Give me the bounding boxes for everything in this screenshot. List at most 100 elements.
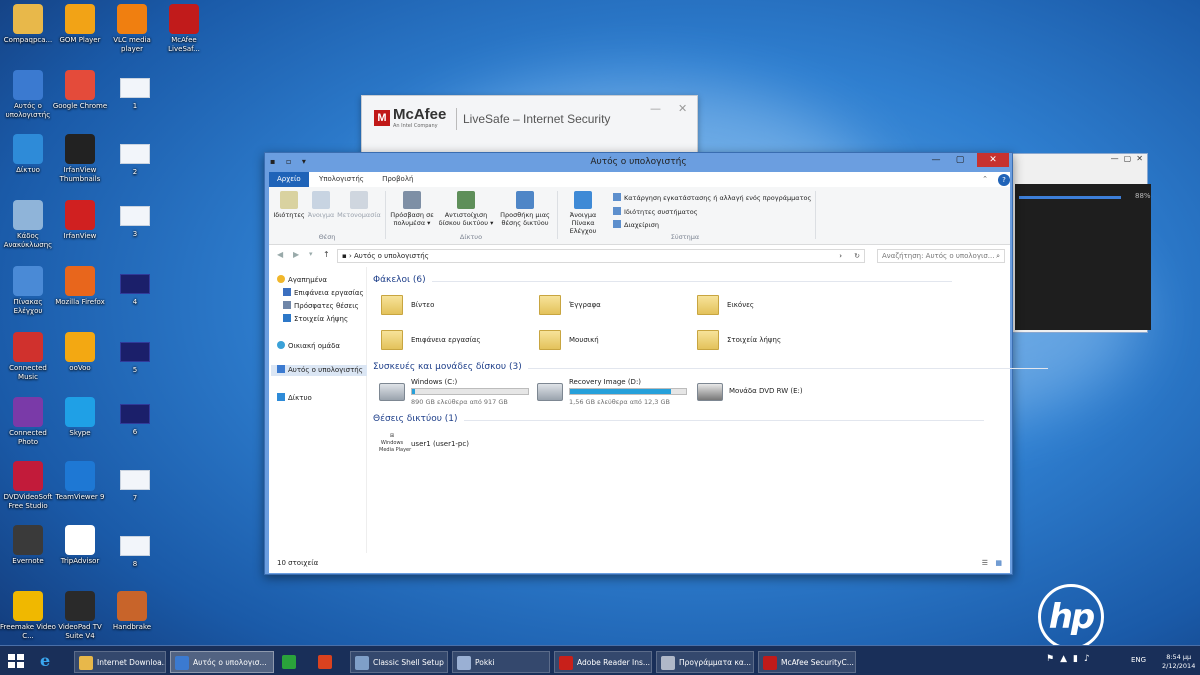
desktop-thumbnail-8[interactable]: 8 [107, 530, 163, 594]
taskbar-mcafee[interactable]: McAfee SecurityC... [758, 651, 856, 673]
folder-pictures[interactable]: Εικόνες [697, 291, 847, 319]
drive-c[interactable]: Windows (C:) 890 GB ελεύθερα από 917 GB [379, 377, 535, 409]
taskbar-adobe-reader[interactable]: Adobe Reader Ins... [554, 651, 652, 673]
clock[interactable]: 8:54 μμ 2/12/2014 [1162, 653, 1195, 671]
desktop-icon-freemake[interactable]: Freemake Video C... [0, 591, 56, 645]
address-bar[interactable]: ▪ › Αυτός ο υπολογιστής › ↻ [337, 249, 865, 263]
maximize-button[interactable]: ▢ [948, 153, 972, 167]
access-media-button[interactable]: Πρόσβαση σε πολυμέσα ▾ [389, 191, 435, 227]
desktop-icon-compaq[interactable]: Compaqpca... [0, 4, 56, 68]
desktop-icon-connected-music[interactable]: Connected Music [0, 332, 56, 396]
mcafee-close-button[interactable]: ✕ [678, 102, 687, 115]
help-icon[interactable]: ? [998, 174, 1010, 186]
start-button[interactable] [8, 654, 24, 668]
properties-button[interactable]: Ιδιότητες [273, 191, 305, 219]
folder-desktop[interactable]: Επιφάνεια εργασίας [381, 326, 531, 354]
tab-computer[interactable]: Υπολογιστής [311, 172, 372, 187]
map-network-drive-button[interactable]: Αντιστοίχιση δίσκου δικτύου ▾ [437, 191, 495, 227]
back-arrow-icon[interactable]: ◀ [277, 250, 283, 259]
desktop-icon-this-pc[interactable]: Αυτός ο υπολογιστής [0, 70, 56, 134]
nav-desktop[interactable]: Επιφάνεια εργασίας [283, 288, 364, 299]
group-label-location: Θέση [318, 233, 336, 241]
taskbar-classic-shell[interactable]: Classic Shell Setup [350, 651, 448, 673]
folder-downloads[interactable]: Στοιχεία λήψης [697, 326, 847, 354]
nav-network[interactable]: Δίκτυο [277, 393, 312, 404]
uninstall-program-button[interactable]: Κατάργηση εγκατάστασης ή αλλαγή ενός προ… [613, 193, 811, 202]
recent-locations-icon[interactable]: ▾ [309, 250, 313, 258]
desktop-thumbnail-3[interactable]: 3 [107, 200, 163, 264]
desktop-thumbnail-5[interactable]: 5 [107, 336, 163, 400]
taskbar-internet-download[interactable]: Internet Downloa... [74, 651, 166, 673]
desktop-thumbnail-7[interactable]: 7 [107, 464, 163, 528]
details-view-icon[interactable]: ☰ [982, 553, 988, 573]
taskbar-pokki[interactable]: Pokki [452, 651, 550, 673]
folder-music[interactable]: Μουσική [539, 326, 689, 354]
taskbar-programs[interactable]: Προγράμματα κα... [656, 651, 754, 673]
taskbar-this-pc[interactable]: Αυτός ο υπολογισ... [170, 651, 274, 673]
nav-favorites[interactable]: Αγαπημένα [277, 275, 327, 286]
system-properties-button[interactable]: Ιδιότητες συστήματος [613, 207, 698, 216]
ribbon-collapse-icon[interactable]: ⌃ [974, 172, 996, 187]
desktop-icon-evernote[interactable]: Evernote [0, 525, 56, 589]
folders-section-header[interactable]: Φάκελοι (6) [373, 275, 949, 285]
taskbar-app-colorful[interactable] [314, 651, 346, 673]
tab-file[interactable]: Αρχείο [269, 172, 309, 187]
open-button[interactable]: Άνοιγμα [305, 191, 337, 219]
forward-arrow-icon[interactable]: ▶ [293, 250, 299, 259]
desktop-icon-handbrake[interactable]: Handbrake [104, 591, 160, 645]
open-control-panel-button[interactable]: Άνοιγμα Πίνακα Ελέγχου [559, 191, 607, 235]
desktop-icon-connected-photo[interactable]: Connected Photo [0, 397, 56, 461]
desktop-icon-irfanview[interactable]: IrfanView [52, 200, 108, 264]
desktop-icon-chrome[interactable]: Google Chrome [52, 70, 108, 134]
explorer-window[interactable]: ▪ ▫ ▾ Αυτός ο υπολογιστής — ▢ ✕ Αρχείο Υ… [264, 152, 1047, 575]
nav-this-pc[interactable]: Αυτός ο υπολογιστής [271, 365, 367, 376]
desktop-icon-dvdvideosoft[interactable]: DVDVideoSoft Free Studio [0, 461, 56, 525]
nav-downloads[interactable]: Στοιχεία λήψης [283, 314, 348, 325]
rename-button[interactable]: Μετονομασία [337, 191, 381, 219]
nav-homegroup[interactable]: Οικιακή ομάδα [277, 341, 340, 352]
manage-button[interactable]: Διαχείριση [613, 220, 659, 229]
desktop-icon-recycle-bin[interactable]: Κάδος Ανακύκλωσης [0, 200, 56, 264]
desktop-thumbnail-4[interactable]: 4 [107, 268, 163, 332]
desktop-icon-network[interactable]: Δίκτυο [0, 134, 56, 198]
add-network-location-button[interactable]: Προσθήκη μιας θέσης δικτύου [497, 191, 553, 227]
internet-explorer-icon[interactable]: e [40, 651, 60, 671]
tab-view[interactable]: Προβολή [374, 172, 421, 187]
desktop-thumbnail-1[interactable]: 1 [107, 72, 163, 136]
desktop-icon-control-panel[interactable]: Πίνακας Ελέγχου [0, 266, 56, 330]
mcafee-minimize-button[interactable]: — [650, 102, 661, 115]
nav-recent-places[interactable]: Πρόσφατες θέσεις [283, 301, 359, 312]
folder-videos[interactable]: Βίντεο [381, 291, 531, 319]
desktop-icon-tripadvisor[interactable]: TripAdvisor [52, 525, 108, 589]
drive-e-dvd[interactable]: Μονάδα DVD RW (E:) [697, 377, 847, 409]
network-section-header[interactable]: Θέσεις δικτύου (1) [373, 414, 981, 424]
devices-section-header[interactable]: Συσκευές και μονάδες δίσκου (3) [373, 362, 1047, 372]
desktop-icon-mcafee-livesafe[interactable]: McAfee LiveSaf... [156, 4, 212, 68]
refresh-icon[interactable]: ↻ [854, 250, 860, 262]
explorer-titlebar[interactable]: ▪ ▫ ▾ Αυτός ο υπολογιστής — ▢ ✕ [265, 153, 1012, 172]
minimize-button[interactable]: — [924, 153, 948, 167]
folder-documents[interactable]: Έγγραφα [539, 291, 689, 319]
large-icons-view-icon[interactable]: ▦ [995, 553, 1002, 573]
desktop-icon-firefox[interactable]: Mozilla Firefox [52, 266, 108, 330]
desktop-icon-skype[interactable]: Skype [52, 397, 108, 461]
system-tray-icons[interactable]: ⚑▲▮♪ [1046, 654, 1096, 664]
network-location-user1[interactable]: ⊞ Windows Media Player user1 (user1-pc) [379, 430, 529, 458]
desktop-icon-vlc[interactable]: VLC media player [104, 4, 160, 68]
input-language[interactable]: ENG [1131, 656, 1146, 664]
desktop-icon-irfanview-thumbnails[interactable]: IrfanView Thumbnails [52, 134, 108, 198]
close-button[interactable]: ✕ [977, 153, 1009, 167]
drive-d[interactable]: Recovery Image (D:) 1,56 GB ελεύθερα από… [537, 377, 693, 409]
progress-window-controls[interactable]: — ▢ ✕ [1009, 154, 1147, 168]
desktop-icon-teamviewer[interactable]: TeamViewer 9 [52, 461, 108, 525]
mcafee-window[interactable]: M McAfee An Intel Company LiveSafe – Inte… [361, 95, 698, 155]
desktop-icon-oovoo[interactable]: ooVoo [52, 332, 108, 396]
desktop-icon-gom-player[interactable]: GOM Player [52, 4, 108, 68]
desktop-icon-videopad[interactable]: VideoPad TV Suite V4 [52, 591, 108, 645]
progress-window[interactable]: — ▢ ✕ 88% [1008, 153, 1151, 333]
desktop-thumbnail-2[interactable]: 2 [107, 138, 163, 202]
search-input[interactable]: Αναζήτηση: Αυτός ο υπολογισ... ⌕ [877, 249, 1005, 263]
up-arrow-icon[interactable]: ↑ [323, 250, 330, 259]
desktop-thumbnail-6[interactable]: 6 [107, 398, 163, 462]
taskbar-app-green[interactable] [278, 651, 310, 673]
